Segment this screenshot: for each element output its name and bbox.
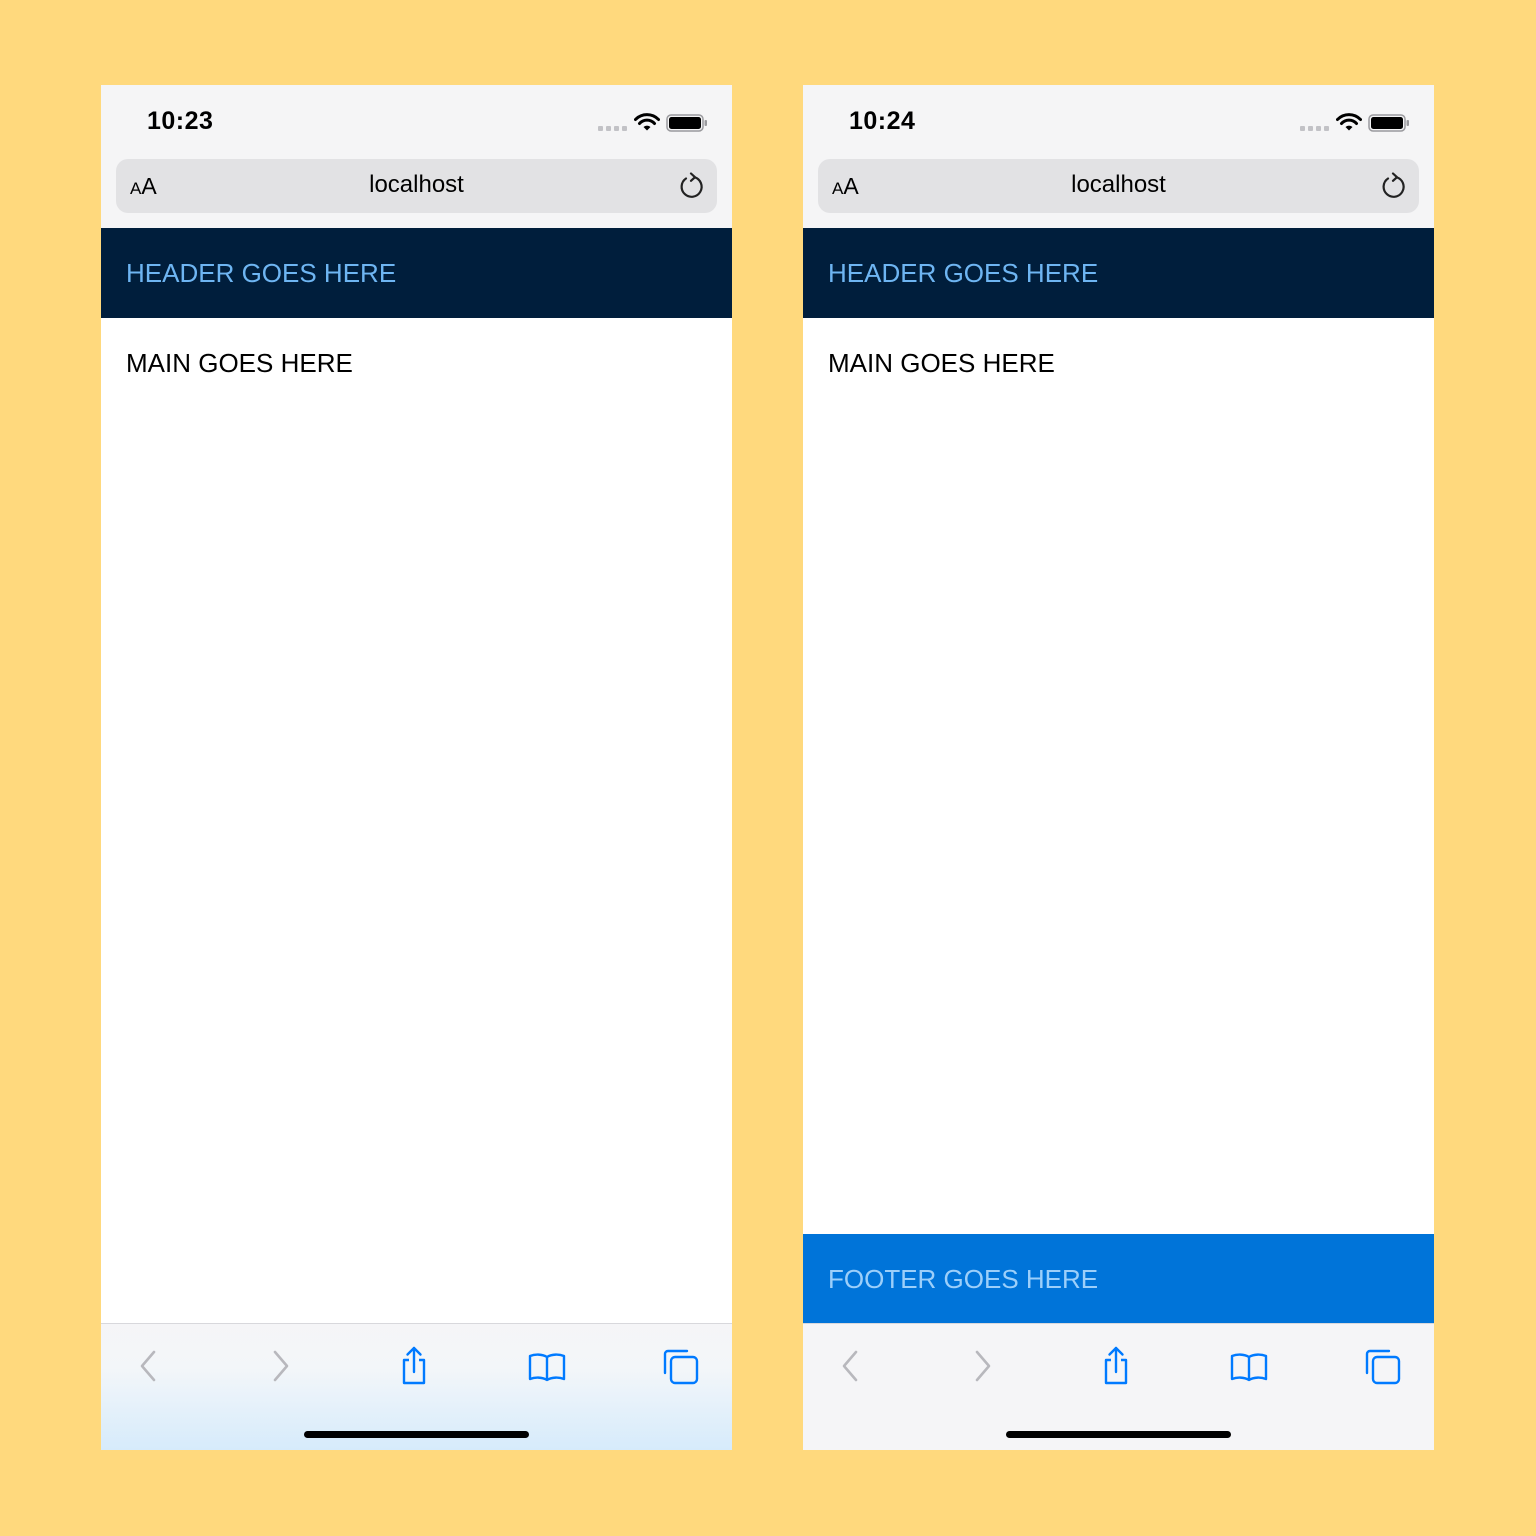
- address-bar-area: AA localhost: [803, 158, 1434, 228]
- back-button[interactable]: [830, 1346, 870, 1386]
- footer-text: FOOTER GOES HERE: [828, 1264, 1099, 1294]
- back-chevron-icon: [140, 1350, 156, 1382]
- status-time: 10:23: [147, 107, 214, 135]
- cellular-signal-icon: [598, 126, 628, 131]
- back-button[interactable]: [128, 1346, 168, 1386]
- bookmarks-book-icon: [1230, 1353, 1268, 1382]
- address-bar[interactable]: AA localhost: [818, 159, 1419, 213]
- bookmarks-book-icon: [528, 1353, 566, 1382]
- cellular-signal-icon: [1300, 126, 1330, 131]
- main-text: MAIN GOES HERE: [126, 348, 353, 378]
- page-header: HEADER GOES HERE: [803, 228, 1434, 318]
- page-header: HEADER GOES HERE: [101, 228, 732, 318]
- share-button[interactable]: [394, 1346, 434, 1386]
- tabs-button[interactable]: [1362, 1346, 1402, 1386]
- battery-icon: [1368, 114, 1409, 132]
- wifi-icon: [1336, 113, 1362, 131]
- tabs-icon: [1365, 1349, 1401, 1385]
- share-icon: [402, 1346, 426, 1385]
- browser-toolbar: [101, 1323, 732, 1450]
- battery-icon: [666, 114, 707, 132]
- address-bar[interactable]: AA localhost: [116, 159, 717, 213]
- home-indicator[interactable]: [1006, 1431, 1231, 1438]
- forward-button[interactable]: [261, 1346, 301, 1386]
- address-bar-area: AA localhost: [101, 158, 732, 228]
- phone-screenshot-right: 10:24 AA localhost HEADER GOES HERE MAIN: [803, 85, 1434, 1450]
- status-time: 10:24: [849, 107, 916, 135]
- bookmarks-button[interactable]: [1229, 1346, 1269, 1386]
- status-bar: 10:24: [803, 85, 1434, 158]
- browser-toolbar: [803, 1323, 1434, 1450]
- main-text: MAIN GOES HERE: [828, 348, 1055, 378]
- url-text[interactable]: localhost: [116, 171, 717, 199]
- forward-chevron-icon: [975, 1350, 991, 1382]
- url-text[interactable]: localhost: [818, 171, 1419, 199]
- page-footer: FOOTER GOES HERE: [803, 1234, 1434, 1324]
- tabs-button[interactable]: [660, 1346, 700, 1386]
- header-text: HEADER GOES HERE: [828, 258, 1099, 288]
- share-icon: [1104, 1346, 1128, 1385]
- tabs-icon: [663, 1349, 699, 1385]
- back-chevron-icon: [842, 1350, 858, 1382]
- home-indicator[interactable]: [304, 1431, 529, 1438]
- bookmarks-button[interactable]: [527, 1346, 567, 1386]
- reload-icon[interactable]: [1380, 172, 1408, 200]
- header-text: HEADER GOES HERE: [126, 258, 397, 288]
- share-button[interactable]: [1096, 1346, 1136, 1386]
- reload-icon[interactable]: [678, 172, 706, 200]
- forward-chevron-icon: [273, 1350, 289, 1382]
- wifi-icon: [634, 113, 660, 131]
- phone-screenshot-left: 10:23 AA localhost HEADER GOES HERE MAIN: [101, 85, 732, 1450]
- status-bar: 10:23: [101, 85, 732, 158]
- forward-button[interactable]: [963, 1346, 1003, 1386]
